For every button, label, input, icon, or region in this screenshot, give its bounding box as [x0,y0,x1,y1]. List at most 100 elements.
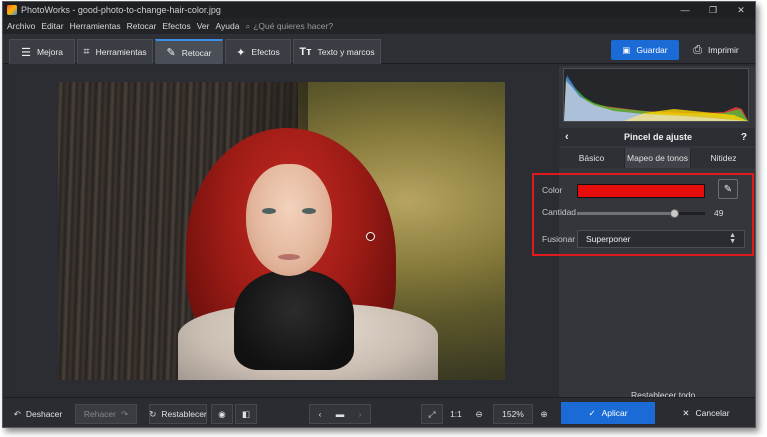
title-bar: PhotoWorks - good-photo-to-change-hair-c… [3,2,755,18]
left-eye [262,208,276,214]
cancel-button[interactable]: ✕ Cancelar [659,402,753,424]
menu-bar: Archivo Editar Herramientas Retocar Efec… [3,18,755,34]
color-label: Color [542,185,563,195]
ratio-label: 1:1 [450,409,462,419]
up-down-arrows-icon: ▲ ▼ [729,232,736,245]
brush-icon: ✎ [166,47,176,59]
tab-retocar[interactable]: ✎ Retocar [155,39,223,64]
sliders-icon: ☰ [21,46,31,59]
brush-settings-highlight: Color ✎ Cantidad 49 Fusionar Superponer … [532,173,754,256]
menu-retocar[interactable]: Retocar [127,21,157,31]
redo-icon: ↷ [121,408,129,419]
actual-size-button[interactable]: 1:1 [445,404,467,424]
prev-image-icon[interactable]: ‹ [310,409,330,419]
amount-slider-handle[interactable] [670,209,680,218]
apply-label: Aplicar [601,408,628,418]
close-icon: ✕ [682,407,690,418]
menu-ayuda[interactable]: Ayuda [215,21,239,31]
amount-value: 49 [714,208,724,218]
tab-texto-marcos[interactable]: Tт Texto y marcos [293,39,381,64]
right-panel: ‹ Pincel de ajuste ? Básico Mapeo de ton… [532,66,755,427]
photo-preview[interactable] [58,82,505,380]
plus-icon: ⊕ [540,408,548,419]
print-label: Imprimir [708,45,739,55]
bottom-toolbar: ↶ Deshacer Rehacer ↷ ↻ Restablecer ◉ ◧ ‹… [3,397,559,427]
histogram-graph [564,75,748,121]
zoom-in-button[interactable]: ⊕ [536,404,552,424]
blend-label: Fusionar [542,234,576,244]
blend-mode-value: Superponer [586,234,631,244]
redo-button[interactable]: Rehacer ↷ [75,404,137,424]
redo-label: Rehacer [83,409,116,419]
save-icon: ▣ [622,44,631,55]
eye-icon: ◉ [218,408,226,419]
tab-mejora[interactable]: ☰ Mejora [9,39,75,64]
restore-icon: ↻ [149,408,157,419]
wand-icon: ✦ [236,46,246,59]
help-icon[interactable]: ? [741,132,747,143]
tab-label: Efectos [251,47,280,57]
save-button[interactable]: ▣ Guardar [611,40,679,60]
panel-subtabs: Básico Mapeo de tonos Nitidez [559,148,755,168]
undo-button[interactable]: ↶ Deshacer [9,404,67,424]
brush-cursor [366,232,375,241]
color-swatch[interactable] [577,184,705,198]
scarf [234,270,354,370]
blend-mode-select[interactable]: Superponer ▲ ▼ [577,230,745,248]
minus-icon: ⊖ [475,408,483,419]
amount-slider-fill [577,212,675,215]
next-image-icon[interactable]: › [350,409,370,419]
menu-ver[interactable]: Ver [197,21,210,31]
subtab-nitidez[interactable]: Nitidez [691,148,755,168]
tab-label: Retocar [181,47,212,58]
tab-herramientas[interactable]: ⌗ Herramientas [77,39,153,64]
image-canvas[interactable] [9,66,553,392]
subtab-basico[interactable]: Básico [559,148,625,168]
panel-title: Pincel de ajuste [623,132,693,142]
cancel-label: Cancelar [695,408,730,418]
tab-label: Herramientas [95,47,147,57]
menu-efectos[interactable]: Efectos [162,21,190,31]
restore-label: Restablecer [161,409,207,419]
subtab-mapeo-tonos[interactable]: Mapeo de tonos [625,148,691,168]
menu-herramientas[interactable]: Herramientas [70,21,121,31]
fit-to-screen-button[interactable]: ⤢ [421,404,443,424]
zoom-out-button[interactable]: ⊖ [471,404,487,424]
undo-label: Deshacer [25,409,63,419]
app-logo-icon [7,5,17,15]
eyedropper-icon[interactable]: ✎ [718,179,738,199]
zoom-value: 152% [502,409,524,419]
tab-label: Texto y marcos [317,47,375,57]
undo-icon: ↶ [13,408,21,419]
check-icon: ✓ [588,407,596,418]
tab-label: Mejora [36,47,63,57]
menu-search[interactable]: ⌕ ¿Qué quieres hacer? [245,21,333,32]
back-arrow-icon[interactable]: ‹ [565,131,569,143]
panel-header: ‹ Pincel de ajuste ? [559,128,755,146]
amount-label: Cantidad [542,207,577,217]
preview-toggle-button[interactable]: ◉ [211,404,233,424]
compare-button[interactable]: ◧ [235,404,257,424]
printer-icon: ⎙ [693,43,703,56]
window-title: PhotoWorks - good-photo-to-change-hair-c… [21,5,221,15]
lips [278,254,300,260]
search-placeholder: ¿Qué quieres hacer? [253,21,334,31]
restore-button[interactable]: ↻ Restablecer [149,404,207,424]
apply-button[interactable]: ✓ Aplicar [561,402,655,424]
save-label: Guardar [636,45,668,55]
panel-footer: ✓ Aplicar ✕ Cancelar [559,397,755,427]
fit-screen-icon: ⤢ [428,408,436,419]
text-icon: Tт [299,46,312,58]
zoom-level-field[interactable]: 152% [493,404,533,424]
menu-archivo[interactable]: Archivo [7,21,35,31]
close-button[interactable]: ✕ [727,2,755,18]
tab-efectos[interactable]: ✦ Efectos [225,39,291,64]
minimize-button[interactable]: — [671,2,699,18]
print-button[interactable]: ⎙ Imprimir [683,40,749,60]
maximize-button[interactable]: ❐ [699,2,727,18]
amount-slider[interactable] [577,209,705,218]
folder-icon[interactable]: ▬ [330,409,350,419]
menu-editar[interactable]: Editar [41,21,63,31]
crop-icon: ⌗ [83,45,90,58]
file-navigator: ‹ ▬ › [309,404,371,424]
